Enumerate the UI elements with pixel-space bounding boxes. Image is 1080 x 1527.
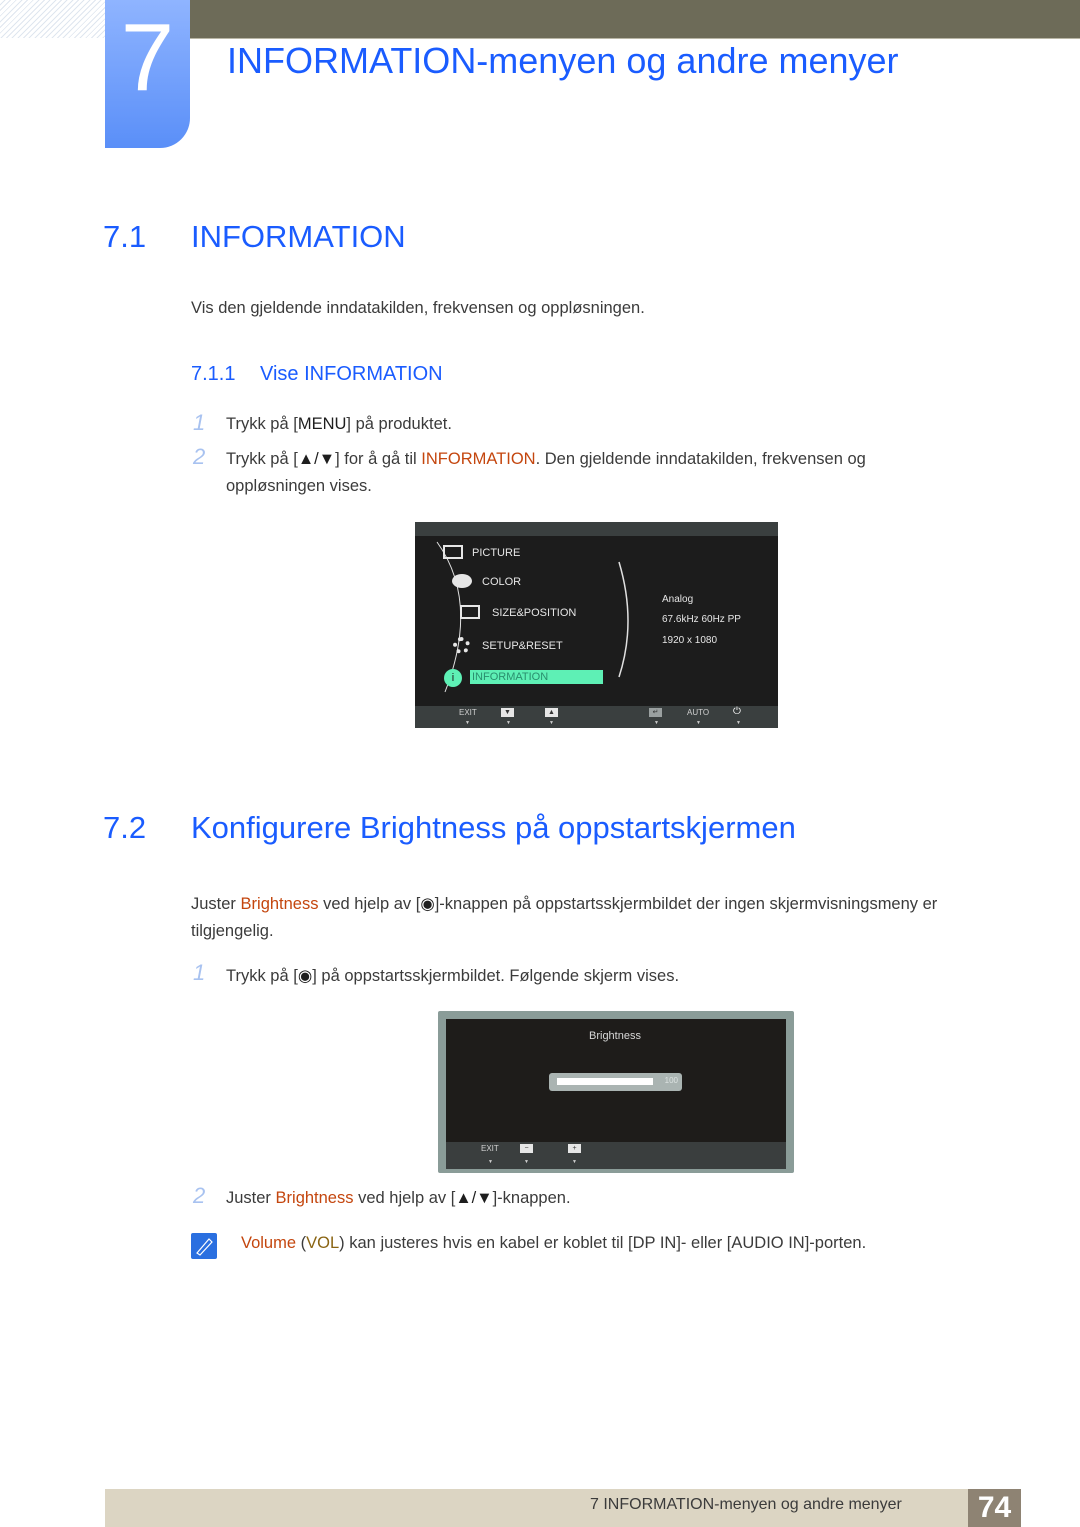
header-pattern (0, 0, 105, 38)
osd-enter-button[interactable]: ↵ (649, 708, 662, 717)
step-text: . Den gjeldende inndatakilden, frekvense… (535, 450, 866, 468)
osd-exit-button[interactable]: EXIT (481, 1144, 499, 1153)
step-text: Trykk på [ (226, 450, 298, 468)
step-number: 2 (193, 444, 206, 469)
power-icon[interactable]: ⏻ (733, 706, 741, 717)
chapter-title: INFORMATION-menyen og andre menyer (227, 40, 899, 81)
brightness-value: 100 (664, 1076, 678, 1085)
information-highlight: INFORMATION (421, 450, 536, 468)
note-text-part: ) kan justeres hvis en kabel er koblet t… (339, 1234, 867, 1252)
info-resolution: 1920 x 1080 (662, 635, 718, 646)
pen-icon (196, 1238, 213, 1256)
intro-text: ved hjelp av [ (318, 895, 421, 913)
caret-icon: ▼ (465, 720, 470, 726)
osd-up-button[interactable]: ▲ (545, 708, 558, 717)
step-text: ] på oppstartsskjermbildet. Følgende skj… (312, 967, 680, 985)
brightness-highlight: Brightness (240, 895, 319, 913)
section-7-2-intro-line2: tilgjengelig. (191, 922, 274, 940)
info-icon: i (444, 669, 462, 687)
osd-item-information[interactable]: INFORMATION (472, 671, 548, 683)
note-icon (191, 1233, 217, 1259)
section-7-1-number: 7.1 (103, 219, 147, 254)
osd-menu-screenshot (415, 522, 778, 728)
footer-chapter-title: 7 INFORMATION-menyen og andre menyer (590, 1496, 902, 1513)
joystick-button-icon: ◉ (297, 967, 313, 985)
caret-icon: ▼ (506, 720, 511, 726)
section-7-2-intro: Juster Brightness ved hjelp av [◉]-knapp… (191, 894, 937, 914)
subsection-number: 7.1.1 (191, 363, 236, 385)
section-7-2-title: Konfigurere Brightness på oppstartskjerm… (191, 810, 796, 845)
osd-auto-button[interactable]: AUTO (687, 708, 709, 717)
volume-highlight: Volume (241, 1234, 297, 1252)
step-number: 2 (193, 1183, 206, 1208)
intro-text: ]-knappen på oppstartsskjermbildet der i… (434, 895, 938, 913)
brightness-highlight: Brightness (275, 1189, 354, 1207)
subsection-title: Vise INFORMATION (260, 363, 443, 385)
arrow-keys-icon: ▲/▼ (455, 1189, 493, 1207)
step-text: Trykk på [ (226, 967, 298, 985)
section-7-2-number: 7.2 (103, 810, 147, 845)
step-2-text: Juster Brightness ved hjelp av [▲/▼]-kna… (226, 1189, 571, 1208)
size-position-icon (460, 605, 480, 619)
header-bar (190, 0, 1080, 39)
step-1-text: Trykk på [MENU] på produktet. (226, 415, 452, 434)
step-text: ] på produktet. (346, 415, 452, 433)
osd-exit-button[interactable]: EXIT (459, 708, 477, 717)
step-text: ] for å gå til (335, 450, 422, 468)
osd-item-setup-reset[interactable]: SETUP&RESET (482, 640, 563, 652)
osd-item-size-position[interactable]: SIZE&POSITION (492, 607, 576, 619)
osd-down-button[interactable]: ▼ (501, 708, 514, 717)
step-2-text: Trykk på [▲/▼] for å gå til INFORMATION.… (226, 450, 866, 469)
minus-button[interactable]: − (520, 1144, 533, 1153)
picture-icon (443, 545, 463, 559)
osd-arc-decoration (436, 541, 629, 693)
brightness-slider[interactable]: 100 (549, 1073, 682, 1091)
info-frequency: 67.6kHz 60Hz PP (662, 614, 741, 625)
page-number: 74 (977, 1491, 1012, 1524)
chapter-number: 7 (120, 4, 175, 111)
step-text: ved hjelp av [ (353, 1189, 456, 1207)
section-7-1-title: INFORMATION (191, 219, 406, 254)
caret-icon: ▼ (696, 720, 701, 726)
brightness-slider-fill (557, 1078, 653, 1085)
note-text: Volume (VOL) kan justeres hvis en kabel … (241, 1234, 866, 1253)
arrow-keys-icon: ▲/▼ (297, 450, 336, 468)
plus-button[interactable]: + (568, 1144, 581, 1153)
osd-item-color[interactable]: COLOR (482, 576, 521, 588)
palette-icon (452, 574, 472, 588)
step-text: ]-knappen. (492, 1189, 571, 1207)
caret-icon: ▼ (488, 1159, 493, 1165)
note-text-part: ( (296, 1234, 307, 1252)
caret-icon: ▼ (572, 1159, 577, 1165)
caret-icon: ▼ (549, 720, 554, 726)
joystick-button-icon: ◉ (420, 895, 435, 913)
caret-icon: ▼ (654, 720, 659, 726)
step-number: 1 (193, 960, 206, 985)
step-number: 1 (193, 410, 206, 435)
vol-highlight: VOL (306, 1234, 340, 1252)
caret-icon: ▼ (736, 720, 741, 726)
menu-key: MENU (297, 415, 347, 433)
step-text: Trykk på [ (226, 415, 298, 433)
caret-icon: ▼ (524, 1159, 529, 1165)
step-text: Juster (226, 1189, 276, 1207)
step-1-text: Trykk på [◉] på oppstartsskjermbildet. F… (226, 966, 679, 986)
info-source: Analog (662, 594, 694, 605)
brightness-title: Brightness (589, 1030, 641, 1042)
step-2-text-line2: oppløsningen vises. (226, 477, 372, 495)
osd-item-picture[interactable]: PICTURE (472, 547, 520, 559)
section-7-1-intro: Vis den gjeldende inndatakilden, frekven… (191, 299, 645, 317)
gear-icon (453, 637, 470, 654)
intro-text: Juster (191, 895, 241, 913)
